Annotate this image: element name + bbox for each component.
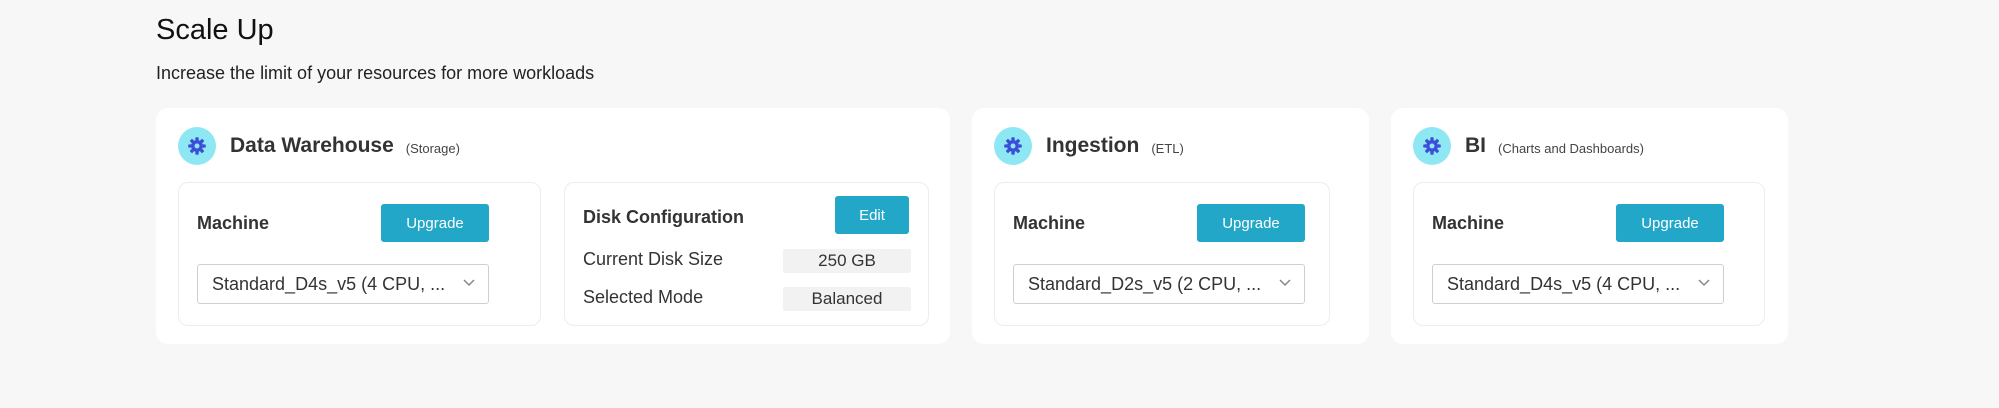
page-subtitle: Increase the limit of your resources for… <box>156 63 595 83</box>
card-title: BI <box>1465 134 1486 157</box>
disk-mode-label: Selected Mode <box>583 287 704 307</box>
disk-config-label: Disk Configuration <box>583 207 744 227</box>
machine-select[interactable]: Standard_D4s_v5 (4 CPU, ... <box>1432 264 1724 304</box>
disk-size-label: Current Disk Size <box>583 249 724 269</box>
card-header: Data Warehouse (Storage) <box>178 127 460 165</box>
machine-panel: Machine Upgrade Standard_D4s_v5 (4 CPU, … <box>178 182 541 326</box>
gear-icon <box>178 127 216 165</box>
machine-select[interactable]: Standard_D4s_v5 (4 CPU, ... <box>197 264 489 304</box>
machine-label: Machine <box>1432 213 1505 233</box>
card-title: Ingestion <box>1046 134 1140 157</box>
card-tag: (Storage) <box>405 140 460 156</box>
gear-icon <box>994 127 1032 165</box>
card-bi: BI (Charts and Dashboards) Machine Upgra… <box>1391 108 1788 344</box>
gear-icon <box>1413 127 1451 165</box>
card-ingestion: Ingestion (ETL) Machine Upgrade Standard… <box>972 108 1369 344</box>
card-tag: (Charts and Dashboards) <box>1498 140 1644 156</box>
chevron-down-icon <box>1698 279 1710 287</box>
card-header: Ingestion (ETL) <box>994 127 1184 165</box>
machine-panel: Machine Upgrade Standard_D4s_v5 (4 CPU, … <box>1413 182 1765 326</box>
upgrade-button[interactable]: Upgrade <box>1616 204 1724 242</box>
machine-select[interactable]: Standard_D2s_v5 (2 CPU, ... <box>1013 264 1305 304</box>
card-header: BI (Charts and Dashboards) <box>1413 127 1644 165</box>
machine-select-value: Standard_D4s_v5 (4 CPU, ... <box>212 273 446 294</box>
upgrade-button[interactable]: Upgrade <box>381 204 489 242</box>
chevron-down-icon <box>463 279 475 287</box>
chevron-down-icon <box>1279 279 1291 287</box>
page-title: Scale Up <box>156 14 274 46</box>
machine-label: Machine <box>1013 213 1086 233</box>
upgrade-button[interactable]: Upgrade <box>1197 204 1305 242</box>
card-data-warehouse: Data Warehouse (Storage) Machine Upgrade… <box>156 108 950 344</box>
machine-label: Machine <box>197 213 270 233</box>
disk-config-panel: Disk Configuration Edit Current Disk Siz… <box>564 182 929 326</box>
disk-mode-value: Balanced <box>783 287 911 311</box>
machine-select-value: Standard_D4s_v5 (4 CPU, ... <box>1447 273 1681 294</box>
disk-size-value: 250 GB <box>783 249 911 273</box>
machine-panel: Machine Upgrade Standard_D2s_v5 (2 CPU, … <box>994 182 1330 326</box>
machine-select-value: Standard_D2s_v5 (2 CPU, ... <box>1028 273 1262 294</box>
card-title: Data Warehouse <box>230 134 394 157</box>
card-tag: (ETL) <box>1151 140 1184 156</box>
edit-button[interactable]: Edit <box>835 196 909 234</box>
scale-up-page: Scale Up Increase the limit of your reso… <box>0 0 1999 408</box>
